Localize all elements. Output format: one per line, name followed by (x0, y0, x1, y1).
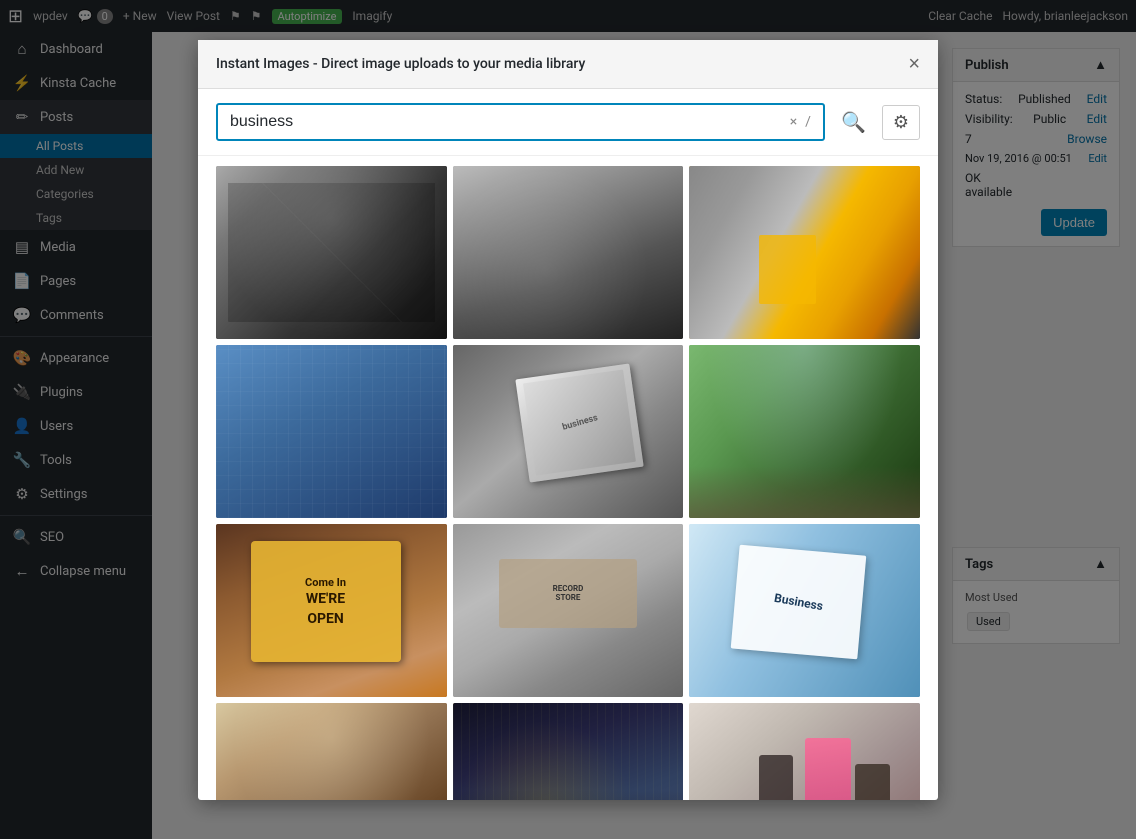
image-cell-7[interactable]: Come InWE'REOPEN (216, 524, 447, 697)
search-clear-x-btn[interactable]: × (786, 114, 801, 130)
image-grid: business Come InWE'REOPEN (216, 166, 920, 800)
image-cell-3[interactable] (689, 166, 920, 339)
search-input-wrap: × / (216, 103, 825, 141)
search-submit-btn[interactable]: 🔍 (833, 106, 874, 139)
image-cell-8[interactable]: RECORDSTORE (453, 524, 684, 697)
image-cell-9[interactable]: Business (689, 524, 920, 697)
image-cell-4[interactable] (216, 345, 447, 518)
modal-overlay: Instant Images - Direct image uploads to… (152, 32, 1136, 839)
instant-images-modal: Instant Images - Direct image uploads to… (198, 40, 938, 800)
search-input[interactable] (226, 105, 786, 139)
modal-image-grid-container: business Come InWE'REOPEN (198, 156, 938, 800)
search-icon: 🔍 (841, 112, 866, 134)
modal-header: Instant Images - Direct image uploads to… (198, 40, 938, 89)
image-cell-6[interactable] (689, 345, 920, 518)
search-clear-slash-btn[interactable]: / (801, 114, 815, 130)
main-content: Preview Changes Publish ▲ Status: Publis… (152, 32, 1136, 839)
image-cell-5[interactable]: business (453, 345, 684, 518)
gear-icon: ⚙ (893, 112, 909, 132)
image-cell-12[interactable] (689, 703, 920, 800)
image-cell-2[interactable] (453, 166, 684, 339)
image-cell-10[interactable] (216, 703, 447, 800)
image-cell-11[interactable] (453, 703, 684, 800)
search-settings-btn[interactable]: ⚙ (882, 105, 920, 140)
modal-search-bar: × / 🔍 ⚙ (198, 89, 938, 156)
modal-close-btn[interactable]: × (908, 54, 920, 74)
image-cell-1[interactable] (216, 166, 447, 339)
modal-title: Instant Images - Direct image uploads to… (216, 56, 585, 72)
